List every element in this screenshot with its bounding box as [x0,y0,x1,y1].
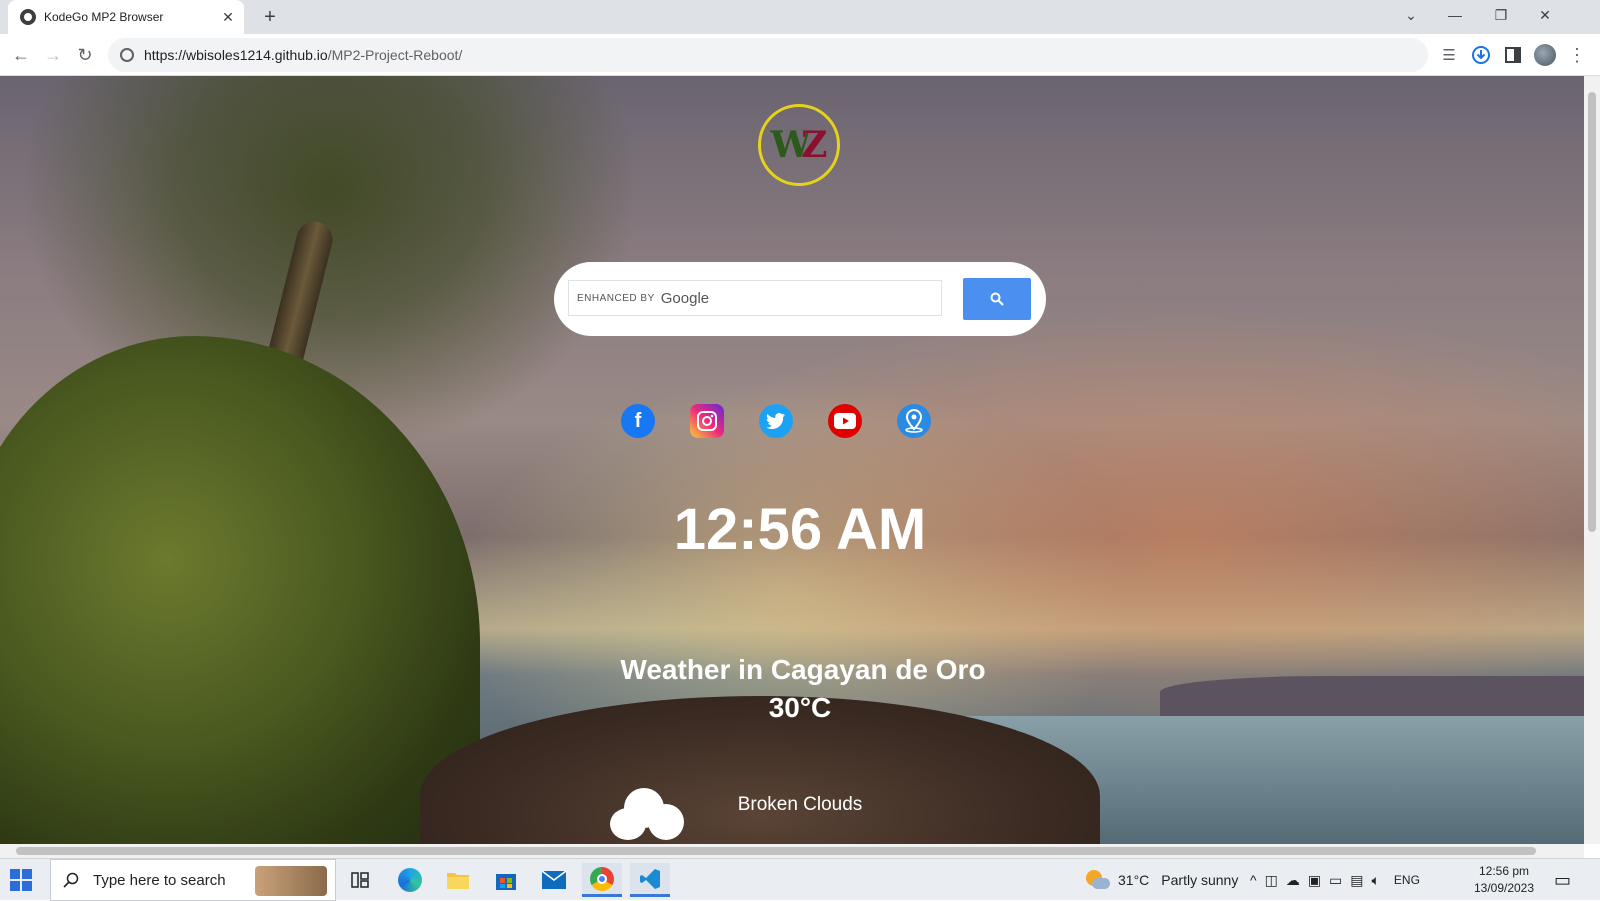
address-bar[interactable]: https://wbisoles1214.github.io/MP2-Proje… [108,38,1428,72]
tab-search-chevron-icon[interactable]: ⌄ [1388,0,1434,30]
search-icon [63,872,79,888]
reading-list-icon[interactable]: ☰ [1434,40,1464,70]
search-container: ENHANCED BY Google [554,262,1046,336]
menu-dots-icon[interactable]: ⋮ [1562,40,1592,70]
taskbar-time: 12:56 pm [1478,864,1530,878]
search-input[interactable]: ENHANCED BY Google [568,280,942,316]
site-logo[interactable]: WZ [758,104,840,186]
search-enhanced-label: ENHANCED BY [577,292,655,304]
close-window-button[interactable]: ✕ [1522,0,1568,30]
tab-title: KodeGo MP2 Browser [44,10,164,24]
file-explorer-icon[interactable] [438,863,478,897]
reload-icon[interactable]: ↻ [70,40,100,70]
url-host: https://wbisoles1214.github.io [144,47,328,63]
page-background: WZ ENHANCED BY Google f 12:56 AM Weather… [0,76,1584,844]
network-icon[interactable]: ▤ [1350,872,1363,889]
horizontal-scrollbar[interactable] [0,844,1584,858]
taskbar-search-placeholder: Type here to search [93,871,226,889]
clock-display: 12:56 AM [673,497,927,562]
notifications-icon[interactable]: ▭ [1554,859,1571,901]
bg-island [1160,676,1584,716]
twitter-icon[interactable] [759,404,793,438]
system-tray: ^ ◫ ☁ ▣ ▭ ▤ 🔈︎ ENG [1250,859,1420,901]
show-hidden-icons-chevron-icon[interactable]: ^ [1250,872,1257,888]
taskbar-weather-desc: Partly sunny [1161,872,1239,888]
new-tab-button[interactable]: + [258,5,282,29]
mail-icon[interactable] [534,863,574,897]
restore-button[interactable]: ❐ [1478,0,1524,30]
youtube-icon[interactable] [828,404,862,438]
vscode-icon[interactable] [630,863,670,897]
language-indicator[interactable]: ENG [1394,873,1420,887]
facebook-icon[interactable]: f [621,404,655,438]
url-path: /MP2-Project-Reboot/ [327,47,463,63]
location-pin-icon[interactable] [897,404,931,438]
minimize-button[interactable]: — [1432,0,1478,30]
horizontal-scroll-thumb[interactable] [16,847,1536,855]
partly-sunny-icon [1086,870,1110,890]
url-text[interactable]: https://wbisoles1214.github.io/MP2-Proje… [144,47,462,63]
tab-active[interactable]: KodeGo MP2 Browser ✕ [8,0,244,34]
close-tab-icon[interactable]: ✕ [216,5,240,29]
download-icon[interactable] [1466,40,1496,70]
search-icon [990,292,1004,306]
security-icon[interactable]: ▣ [1308,872,1321,889]
taskbar-search-box[interactable]: Type here to search [50,859,336,901]
instagram-icon[interactable] [690,404,724,438]
weather-description: Broken Clouds [737,794,863,815]
browser-titlebar: KodeGo MP2 Browser ✕ + ⌄ — ❐ ✕ [0,0,1600,34]
taskbar-weather-widget[interactable]: 31°C Partly sunny [1086,859,1238,901]
back-arrow-icon[interactable]: ← [6,40,36,70]
forward-arrow-icon[interactable]: → [38,40,68,70]
onedrive-icon[interactable]: ☁ [1286,872,1300,889]
chrome-icon[interactable] [582,863,622,897]
edge-browser-icon[interactable] [390,863,430,897]
microsoft-store-icon[interactable] [486,863,526,897]
search-button[interactable] [963,278,1031,320]
side-panel-icon[interactable] [1498,40,1528,70]
site-info-icon[interactable] [120,48,134,62]
windows-taskbar: Type here to search 31°C Partly sunny ^ … [0,858,1600,901]
taskbar-weather-temp: 31°C [1118,872,1150,888]
vertical-scroll-thumb[interactable] [1588,92,1596,532]
search-highlight-image [255,866,327,896]
volume-icon[interactable]: 🔈︎ [1372,872,1380,889]
browser-toolbar: ← → ↻ https://wbisoles1214.github.io/MP2… [0,34,1600,76]
task-view-icon[interactable] [340,863,380,897]
taskbar-date: 13/09/2023 [1473,881,1535,895]
taskbar-clock[interactable]: 12:56 pm 13/09/2023 [1464,863,1544,897]
vertical-scrollbar[interactable] [1584,76,1600,844]
weather-title: Weather in Cagayan de Oro [620,654,986,685]
cloud-icon [610,782,690,842]
profile-avatar[interactable] [1530,40,1560,70]
windows-start-icon[interactable] [10,869,32,891]
meet-now-icon[interactable]: ◫ [1265,872,1278,889]
weather-temperature: 30°C [768,692,832,723]
battery-icon[interactable]: ▭ [1329,872,1342,889]
site-favicon-icon [20,9,36,25]
search-google-label: Google [660,289,710,307]
